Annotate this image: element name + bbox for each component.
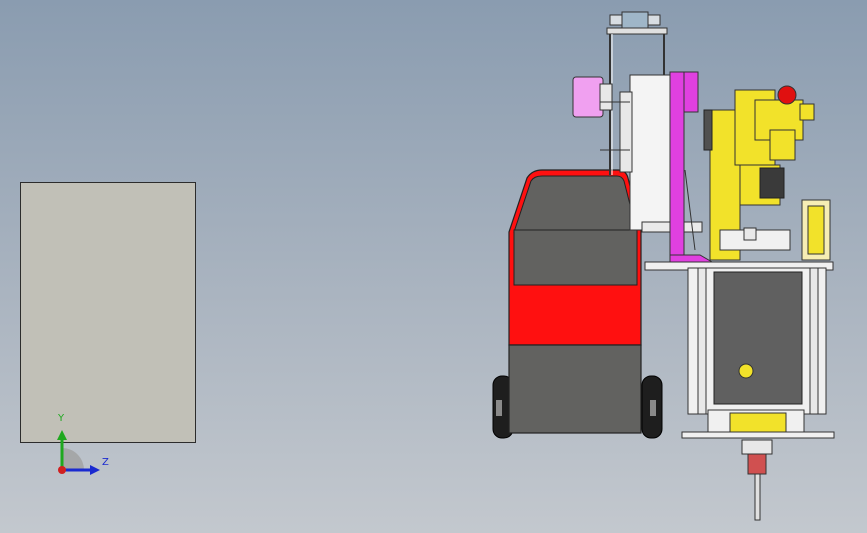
axis-z-label: Z bbox=[102, 457, 109, 468]
magenta-rail[interactable] bbox=[669, 71, 714, 263]
cad-viewport[interactable]: Y Z bbox=[0, 0, 867, 533]
axis-triad-icon bbox=[57, 430, 100, 475]
axis-y-label: Y bbox=[58, 413, 65, 424]
yellow-robot-arm[interactable] bbox=[703, 85, 831, 261]
machine-assembly-model[interactable] bbox=[0, 0, 867, 533]
lower-cabinet[interactable] bbox=[644, 261, 835, 521]
